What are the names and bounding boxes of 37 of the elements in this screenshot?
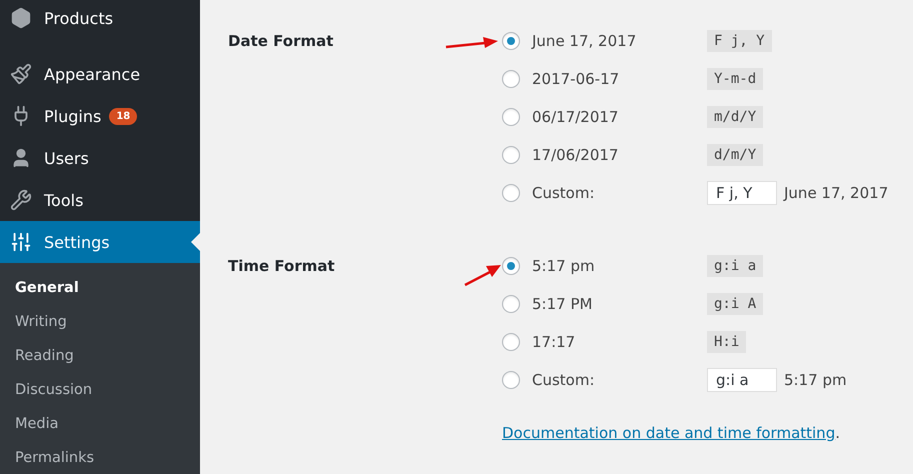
option-label: Custom:: [532, 184, 595, 202]
count-badge: 18: [109, 108, 138, 124]
menu-item[interactable]: Tools: [0, 179, 200, 221]
option-label: 5:17 pm: [532, 257, 595, 275]
option-label: 06/17/2017: [532, 108, 618, 126]
format-code: g:i a: [707, 255, 764, 277]
format-code: g:i A: [707, 293, 764, 315]
help-sentence: Documentation on date and time formatting.: [502, 424, 841, 442]
submenu-item[interactable]: Media: [0, 407, 200, 441]
section-label: Date Format: [228, 31, 334, 52]
format-code: F j, Y: [707, 30, 772, 52]
submenu-item[interactable]: Permalinks: [0, 441, 200, 474]
menu-item[interactable]: Plugins 18: [0, 95, 200, 137]
menu-item[interactable]: Appearance: [0, 53, 200, 95]
menu-item[interactable]: Products: [0, 0, 200, 39]
documentation-link[interactable]: Documentation on date and time formatting: [502, 424, 836, 442]
option-label: Custom:: [532, 371, 595, 389]
submenu-item[interactable]: Writing: [0, 305, 200, 339]
option-label: 5:17 PM: [532, 295, 592, 313]
section-label: Time Format: [228, 256, 335, 277]
format-preview: June 17, 2017: [784, 184, 888, 202]
option-label: 2017-06-17: [532, 70, 620, 88]
menu-item[interactable]: Users: [0, 137, 200, 179]
option-label: June 17, 2017: [532, 32, 636, 50]
option-label: 17:17: [532, 333, 576, 351]
format-code: H:i: [707, 331, 746, 353]
menu-item[interactable]: Settings: [0, 221, 200, 263]
format-code: m/d/Y: [707, 106, 764, 128]
input-field[interactable]: g:i a: [707, 368, 777, 392]
input-field[interactable]: F j, Y: [707, 181, 777, 205]
submenu-item[interactable]: Discussion: [0, 373, 200, 407]
format-preview: 5:17 pm: [784, 371, 847, 389]
submenu-item[interactable]: Reading: [0, 339, 200, 373]
submenu-item[interactable]: General: [0, 271, 200, 305]
format-code: d/m/Y: [707, 144, 764, 166]
format-code: Y-m-d: [707, 68, 764, 90]
option-label: 17/06/2017: [532, 146, 618, 164]
